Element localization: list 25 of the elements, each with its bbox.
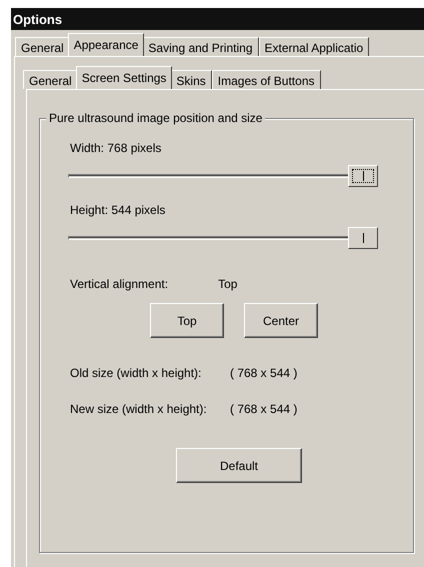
alignment-label: Vertical alignment: — [70, 277, 168, 291]
size-value: ( 768 x 544 ) — [230, 402, 298, 416]
tab[interactable]: Screen Settings — [76, 66, 172, 89]
default-button[interactable]: Default — [176, 448, 302, 483]
tab[interactable]: General — [23, 70, 78, 89]
slider-label: Height: 544 pixels — [70, 203, 166, 217]
tab[interactable]: General — [15, 37, 70, 56]
group-title: Pure ultrasound image position and size — [46, 111, 266, 125]
tab[interactable]: Saving and Printing — [142, 37, 258, 56]
slider[interactable] — [68, 165, 378, 187]
slider[interactable] — [68, 227, 378, 249]
tab[interactable]: Skins — [170, 70, 212, 89]
slider-thumb[interactable] — [348, 165, 378, 187]
slider-thumb[interactable] — [348, 227, 378, 249]
alignment-button[interactable]: Top — [150, 303, 224, 338]
alignment-value: Top — [218, 277, 238, 291]
size-label: New size (width x height): — [70, 402, 208, 416]
size-label: Old size (width x height): — [70, 366, 202, 380]
tab[interactable]: External Applicatio — [258, 37, 370, 56]
tab[interactable]: Appearance — [68, 33, 144, 56]
alignment-button[interactable]: Center — [244, 303, 318, 338]
slider-label: Width: 768 pixels — [70, 141, 162, 155]
size-value: ( 768 x 544 ) — [230, 366, 298, 380]
window-title: Options — [11, 8, 424, 30]
tab[interactable]: Images of Buttons — [212, 70, 320, 89]
